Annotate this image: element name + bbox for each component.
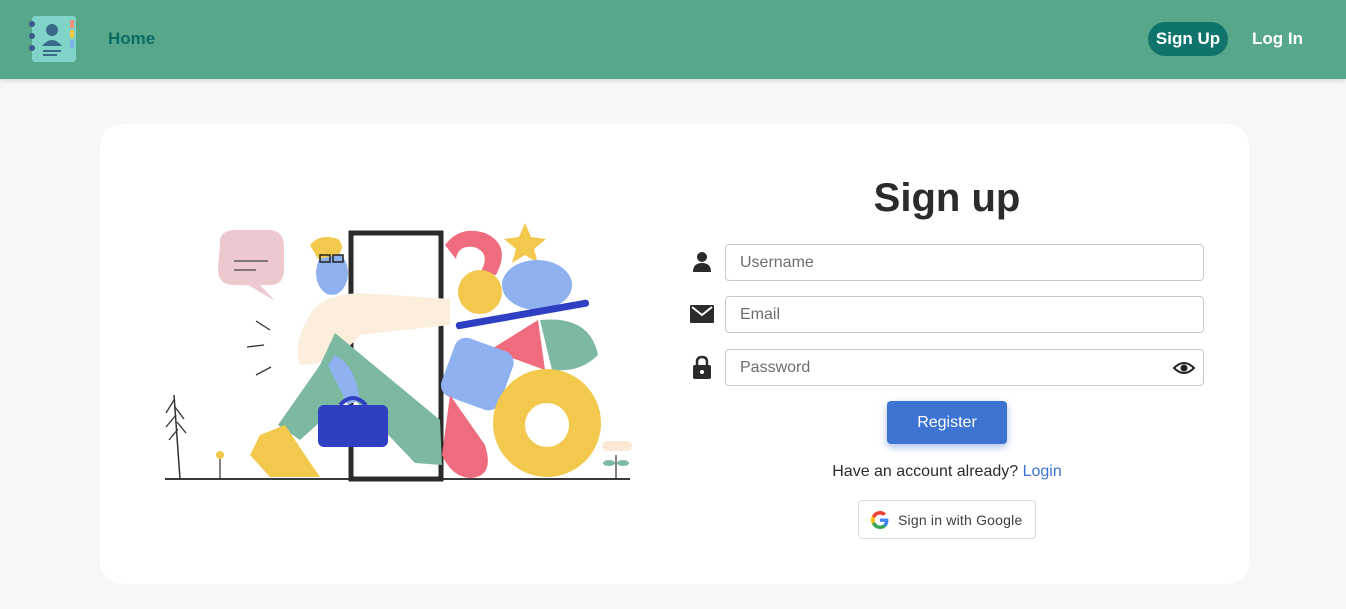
- signup-illustration: [160, 215, 640, 490]
- have-account-prompt: Have an account already? Login: [700, 463, 1194, 481]
- username-input[interactable]: [726, 245, 1203, 280]
- address-book-icon[interactable]: [26, 14, 80, 64]
- google-signin-label: Sign in with Google: [898, 511, 1023, 528]
- navbar: Home Sign Up Log In: [0, 0, 1346, 79]
- login-link[interactable]: Login: [1023, 463, 1062, 480]
- password-input[interactable]: [726, 350, 1203, 385]
- register-button[interactable]: Register: [887, 401, 1007, 444]
- email-input[interactable]: [726, 297, 1203, 332]
- nav-signup-button[interactable]: Sign Up: [1148, 22, 1228, 56]
- page-title: Sign up: [873, 176, 1021, 220]
- lock-icon: [689, 354, 715, 380]
- password-field[interactable]: [725, 349, 1204, 386]
- email-field[interactable]: [725, 296, 1204, 333]
- username-field[interactable]: [725, 244, 1204, 281]
- google-signin-button[interactable]: Sign in with Google: [858, 500, 1036, 539]
- nav-login-link[interactable]: Log In: [1252, 29, 1303, 49]
- google-icon: [871, 510, 889, 529]
- envelope-icon: [689, 301, 715, 327]
- eye-icon[interactable]: [1172, 359, 1196, 377]
- have-account-text: Have an account already?: [832, 463, 1019, 480]
- user-icon: [689, 249, 715, 275]
- nav-home-link[interactable]: Home: [108, 29, 155, 49]
